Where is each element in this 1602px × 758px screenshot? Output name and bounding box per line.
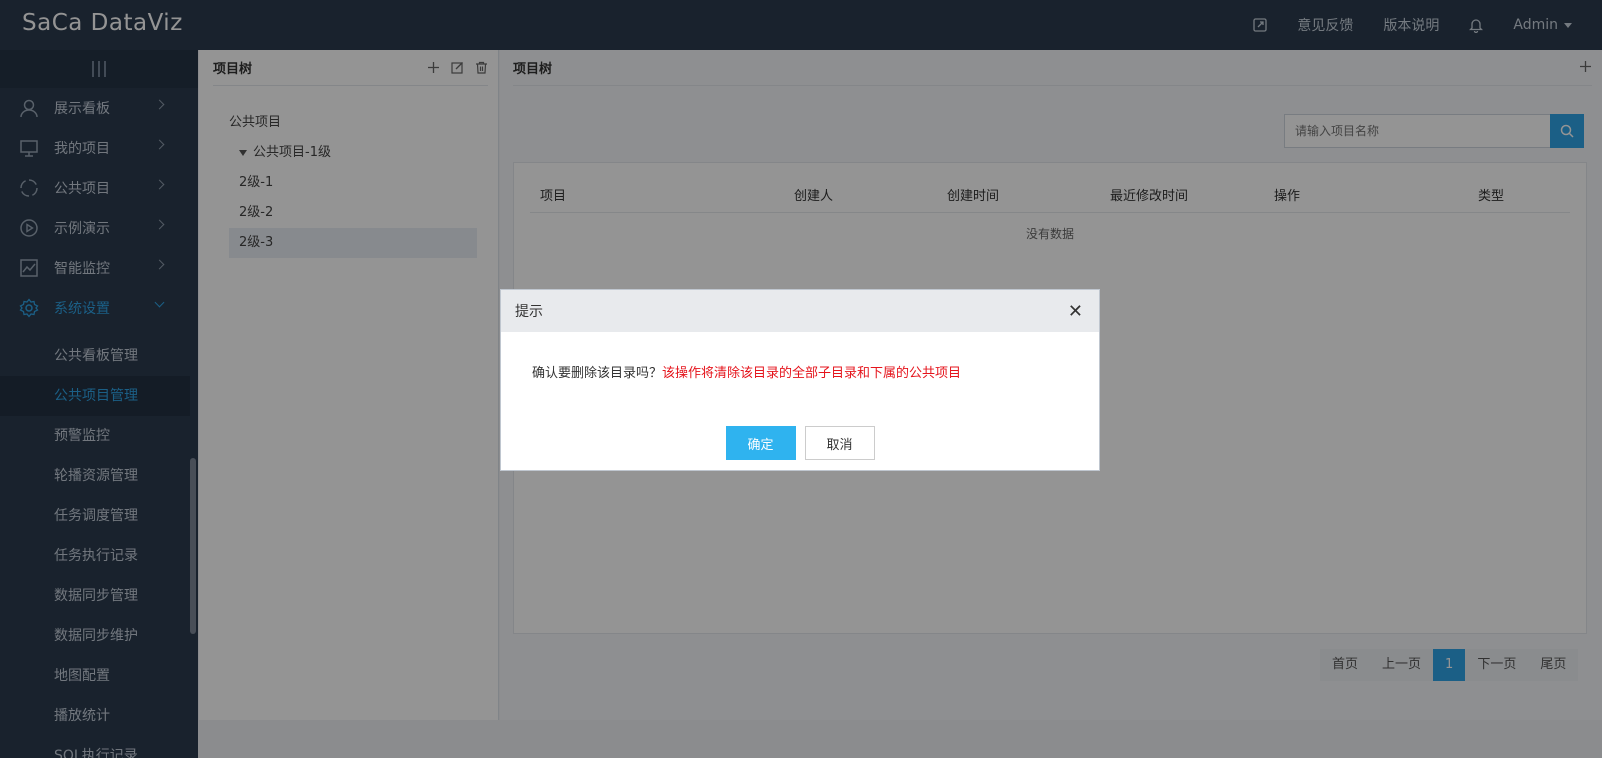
confirm-dialog: 提示 ✕ 确认要删除该目录吗？该操作将清除该目录的全部子目录和下属的公共项目 确… — [500, 289, 1100, 471]
close-icon[interactable]: ✕ — [1068, 301, 1083, 322]
cancel-button[interactable]: 取消 — [804, 426, 875, 460]
dialog-title: 提示 — [515, 304, 543, 320]
dialog-message: 确认要删除该目录吗？该操作将清除该目录的全部子目录和下属的公共项目 — [501, 332, 1099, 381]
dialog-question: 确认要删除该目录吗？ — [532, 366, 663, 381]
dialog-warning: 该操作将清除该目录的全部子目录和下属的公共项目 — [662, 366, 962, 381]
confirm-button[interactable]: 确定 — [725, 426, 796, 460]
